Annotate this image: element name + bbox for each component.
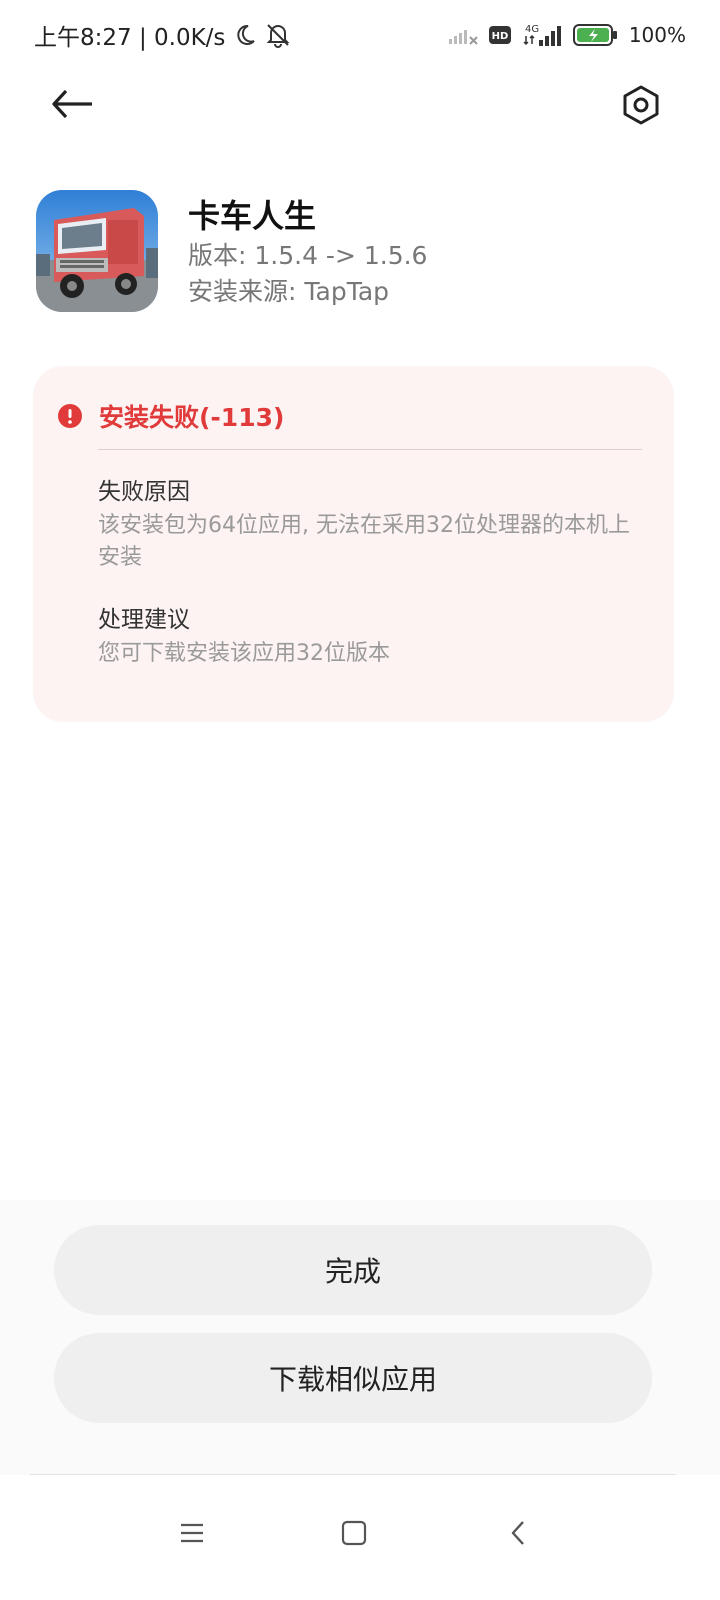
nav-back-button[interactable] (488, 1503, 548, 1563)
error-title-row: 安装失败(-113) (57, 396, 284, 436)
moon-icon (233, 23, 257, 47)
status-right: HD 4G 100% (447, 22, 686, 48)
status-bar: 上午8:27 | 0.0K/s HD 4G 100% (0, 0, 720, 70)
reason-title: 失败原因 (98, 479, 190, 505)
suggestion-title: 处理建议 (98, 607, 190, 633)
gear-hexagon-icon (623, 85, 659, 125)
suggestion-text: 您可下载安装该应用32位版本 (98, 641, 390, 666)
error-exclamation-icon (58, 404, 82, 428)
back-button[interactable] (46, 82, 98, 126)
settings-button[interactable] (618, 82, 664, 128)
reason-text: 该安装包为64位应用, 无法在采用32位处理器的本机上安装 (98, 513, 630, 570)
nav-bar (0, 1475, 720, 1600)
error-card: 安装失败(-113) 失败原因 该安装包为64位应用, 无法在采用32位处理器的… (33, 366, 674, 722)
home-button[interactable] (324, 1503, 384, 1563)
menu-icon (181, 1523, 203, 1543)
battery-percent: 100% (628, 23, 686, 47)
divider (98, 449, 642, 450)
app-info: 卡车人生 版本: 1.5.4 -> 1.5.6 安装来源: TapTap (36, 190, 686, 315)
signal-weak-icon (447, 24, 479, 46)
app-version: 版本: 1.5.4 -> 1.5.6 (188, 241, 428, 270)
app-source: 安装来源: TapTap (188, 277, 390, 306)
app-text: 卡车人生 版本: 1.5.4 -> 1.5.6 安装来源: TapTap (188, 194, 668, 310)
menu-button[interactable] (162, 1503, 222, 1563)
back-chevron-icon (511, 1521, 524, 1545)
done-button[interactable]: 完成 (54, 1225, 652, 1315)
hd-icon: HD (488, 26, 511, 44)
svg-text:4G: 4G (525, 24, 539, 35)
download-similar-button[interactable]: 下载相似应用 (54, 1333, 652, 1423)
home-square-icon (341, 1520, 367, 1546)
status-left: 上午8:27 | 0.0K/s (34, 18, 291, 52)
app-name: 卡车人生 (188, 197, 317, 235)
signal-4g-icon: 4G (521, 22, 563, 48)
bell-muted-icon (265, 22, 291, 48)
error-title: 安装失败(-113) (99, 403, 285, 432)
status-time: 上午8:27 | 0.0K/s (34, 25, 226, 51)
truck-app-icon (36, 190, 158, 312)
svg-text:HD: HD (491, 31, 508, 42)
battery-charging-icon (572, 23, 619, 47)
arrow-left-icon (52, 89, 92, 119)
header (0, 70, 720, 140)
screen: 上午8:27 | 0.0K/s HD 4G 100% 卡车人生 版本: 1.5.… (0, 0, 720, 1600)
